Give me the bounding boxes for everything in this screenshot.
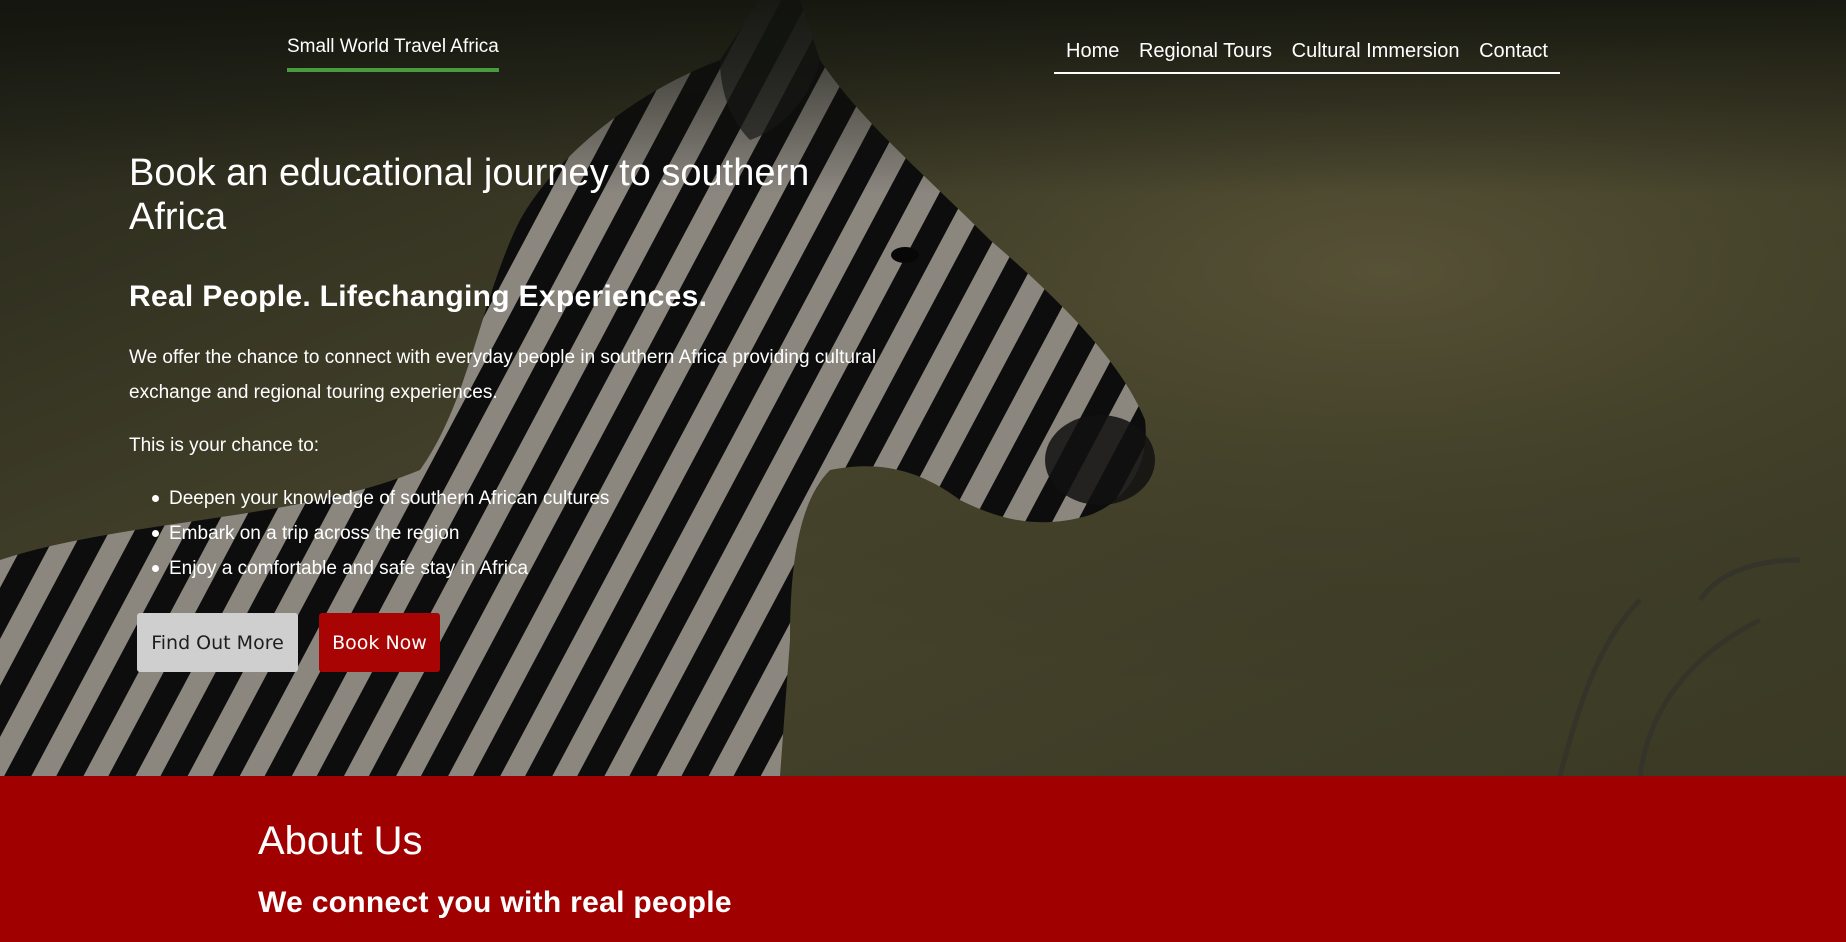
book-now-button[interactable]: Book Now: [319, 613, 440, 672]
benefits-list: Deepen your knowledge of southern Africa…: [150, 481, 609, 586]
about-title: About Us: [258, 819, 423, 863]
list-item: Enjoy a comfortable and safe stay in Afr…: [150, 551, 609, 586]
find-out-more-button[interactable]: Find Out More: [137, 613, 298, 672]
benefit-text: Embark on a trip across the region: [169, 523, 460, 544]
benefit-text: Enjoy a comfortable and safe stay in Afr…: [169, 558, 529, 579]
hero-heading: Book an educational journey to southern …: [129, 152, 810, 238]
bullet-icon: [152, 565, 159, 572]
hero-intro-text: We offer the chance to connect with ever…: [129, 347, 877, 403]
about-subtitle: We connect you with real people: [258, 886, 732, 919]
benefit-text: Deepen your knowledge of southern Africa…: [169, 488, 610, 509]
bullet-icon: [152, 495, 159, 502]
nav-link-contact[interactable]: Contact: [1479, 40, 1548, 63]
site-title-link[interactable]: Small World Travel Africa: [287, 36, 499, 72]
nav-link-regional-tours[interactable]: Regional Tours: [1139, 40, 1272, 63]
hero-chance-text: This is your chance to:: [129, 435, 320, 456]
list-item: Embark on a trip across the region: [150, 516, 609, 551]
main-navigation: Home Regional Tours Cultural Immersion C…: [1054, 40, 1560, 74]
hero-subheading: Real People. Lifechanging Experiences.: [129, 280, 708, 313]
list-item: Deepen your knowledge of southern Africa…: [150, 481, 609, 516]
nav-link-cultural-immersion[interactable]: Cultural Immersion: [1292, 40, 1460, 63]
bullet-icon: [152, 530, 159, 537]
about-section: About Us We connect you with real people: [0, 776, 1846, 942]
nav-link-home[interactable]: Home: [1066, 40, 1119, 63]
hero-section: Small World Travel Africa Home Regional …: [0, 0, 1846, 776]
